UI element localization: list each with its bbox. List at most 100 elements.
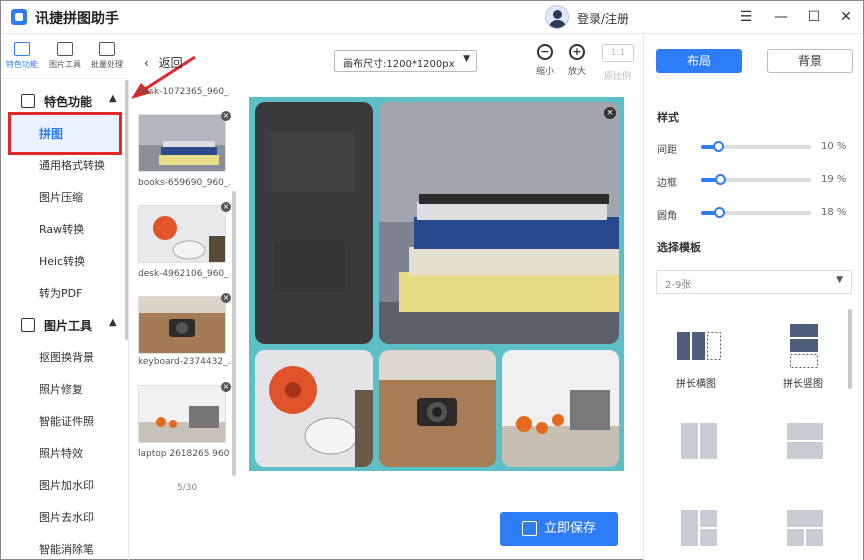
thumbnail-scrollbar[interactable]: [232, 191, 236, 476]
layout-two-rows-icon[interactable]: [787, 423, 823, 459]
avatar[interactable]: [545, 5, 569, 29]
collage-tile-chalkboard[interactable]: [255, 102, 373, 344]
tool-featured[interactable]: 特色功能: [2, 42, 42, 70]
collage-tile-keyboard[interactable]: [379, 350, 496, 467]
collage-tile-laptop[interactable]: [502, 350, 619, 467]
remove-thumb-icon[interactable]: ×: [221, 202, 231, 212]
zoom-out-icon: −: [537, 44, 553, 60]
collage-tile-desk[interactable]: [255, 350, 373, 467]
zoom-in-button[interactable]: + 放大: [564, 44, 590, 77]
layout-three-grid-icon[interactable]: [681, 510, 717, 546]
section-image-tools[interactable]: 图片工具 ▲: [1, 312, 129, 338]
chevron-left-icon: ‹: [144, 56, 149, 70]
remove-thumb-icon[interactable]: ×: [221, 293, 231, 303]
maximize-button[interactable]: ☐: [803, 6, 825, 28]
border-label: 边框: [657, 178, 677, 189]
sidebar-item[interactable]: 抠图换背景: [39, 349, 94, 365]
zoom-out-label: 缩小: [535, 67, 554, 77]
chevron-up-icon: ▲: [109, 93, 117, 104]
thumb-filename: books-659690_960_...: [138, 178, 230, 188]
sidebar-scrollbar[interactable]: [125, 80, 128, 340]
style-heading: 样式: [657, 111, 679, 124]
image-tools-icon: [21, 318, 35, 332]
thumbnail-desk[interactable]: [138, 205, 226, 263]
thumbnail-books[interactable]: [138, 114, 226, 172]
page-count: 5/30: [177, 483, 198, 493]
canvas-size-value: 画布尺寸:1200*1200px: [343, 59, 455, 70]
layout-label: 拼长竖图: [783, 379, 823, 390]
image-count-value: 2-9张: [665, 280, 692, 291]
remove-thumb-icon[interactable]: ×: [221, 382, 231, 392]
remove-thumb-icon[interactable]: ×: [221, 111, 231, 121]
section-label: 特色功能: [44, 95, 93, 109]
sidebar-item[interactable]: 图片加水印: [39, 477, 94, 493]
spacing-slider[interactable]: [701, 141, 811, 152]
sidebar-item[interactable]: 智能消除笔: [39, 541, 94, 557]
sidebar-item[interactable]: 照片特效: [39, 445, 83, 461]
layout-three-rows-icon[interactable]: [787, 510, 823, 546]
slider-knob[interactable]: [713, 141, 724, 152]
tool-batch[interactable]: 批量处理: [87, 42, 127, 70]
tool-image-tools[interactable]: 图片工具: [45, 42, 85, 70]
close-button[interactable]: ✕: [835, 6, 857, 28]
sidebar-item-collage[interactable]: 拼图: [8, 112, 122, 155]
back-label: 返回: [158, 56, 183, 70]
chevron-down-icon: ▼: [463, 54, 470, 64]
minimize-button[interactable]: —: [770, 6, 792, 28]
canvas-size-select[interactable]: 画布尺寸:1200*1200px ▼: [334, 50, 477, 72]
app-title: 讯捷拼图助手: [35, 11, 119, 27]
chevron-down-icon: ▼: [836, 275, 843, 285]
grid-icon: [14, 42, 30, 56]
collage-tile-books[interactable]: [379, 102, 619, 344]
image-count-select[interactable]: 2-9张 ▼: [656, 270, 852, 294]
ratio-button[interactable]: 1:1: [602, 44, 634, 62]
title-bar: 讯捷拼图助手 登录/注册 ☰ — ☐ ✕: [1, 1, 863, 34]
spacing-label: 间距: [657, 145, 677, 156]
tab-layout[interactable]: 布局: [656, 49, 742, 73]
login-link[interactable]: 登录/注册: [577, 10, 629, 27]
sidebar-item[interactable]: 转为PDF: [39, 285, 82, 301]
border-value: 19 %: [821, 174, 847, 185]
menu-icon[interactable]: ☰: [735, 6, 757, 28]
layout-two-columns-icon[interactable]: [681, 423, 717, 459]
sidebar: 特色功能 ▲ 拼图 通用格式转换 图片压缩 Raw转换 Heic转换 转为PDF…: [1, 80, 129, 560]
save-label: 立即保存: [544, 521, 597, 536]
tool-label: 特色功能: [6, 60, 38, 69]
section-featured[interactable]: 特色功能 ▲: [1, 88, 129, 114]
ratio-label: 原比例: [604, 72, 632, 82]
zoom-out-button[interactable]: − 缩小: [532, 44, 558, 77]
app-logo-icon: [11, 9, 27, 25]
save-now-button[interactable]: 立即保存: [500, 512, 618, 546]
download-icon: [522, 521, 537, 536]
spacing-value: 10 %: [821, 141, 847, 152]
sidebar-item-label: 拼图: [39, 127, 64, 141]
section-label: 图片工具: [44, 319, 93, 333]
slider-knob[interactable]: [714, 207, 725, 218]
corner-slider[interactable]: [701, 207, 811, 218]
back-button[interactable]: ‹ 返回: [144, 54, 183, 71]
sidebar-item[interactable]: 照片修复: [39, 381, 83, 397]
slider-knob[interactable]: [715, 174, 726, 185]
thumb-filename: desk-1072365_960_...: [138, 87, 230, 97]
sidebar-item[interactable]: 图片压缩: [39, 189, 83, 205]
thumbnail-laptop[interactable]: [138, 385, 226, 443]
thumbnail-keyboard[interactable]: [138, 296, 226, 354]
tool-label: 批量处理: [91, 60, 123, 69]
grid-icon: [21, 94, 35, 108]
layout-horizontal-icon[interactable]: [677, 332, 721, 360]
sidebar-item[interactable]: 智能证件照: [39, 413, 94, 429]
tab-background[interactable]: 背景: [767, 49, 853, 73]
thumb-filename: laptop 2618265 960...: [138, 449, 230, 459]
layout-vertical-icon[interactable]: [790, 324, 818, 368]
layout-label: 拼长横图: [676, 379, 716, 390]
sidebar-item[interactable]: 通用格式转换: [39, 157, 105, 173]
collage-canvas[interactable]: [249, 97, 624, 471]
remove-tile-icon[interactable]: ×: [604, 107, 616, 119]
border-slider[interactable]: [701, 174, 811, 185]
sidebar-item[interactable]: 图片去水印: [39, 509, 94, 525]
sidebar-item[interactable]: Heic转换: [39, 253, 85, 269]
chevron-up-icon: ▲: [109, 317, 117, 328]
corner-value: 18 %: [821, 207, 847, 218]
panel-scrollbar[interactable]: [848, 309, 852, 389]
sidebar-item[interactable]: Raw转换: [39, 221, 84, 237]
